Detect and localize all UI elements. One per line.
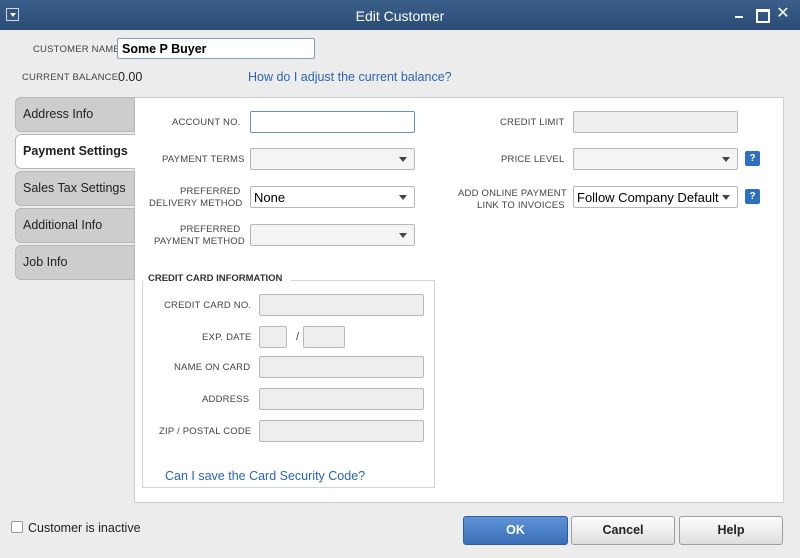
delivery-method-label-1: PREFERRED	[180, 186, 241, 197]
exp-month-input[interactable]	[259, 326, 287, 348]
chevron-down-icon	[399, 195, 407, 200]
credit-card-no-label: CREDIT CARD NO.	[164, 300, 252, 311]
customer-inactive-checkbox[interactable]	[11, 521, 23, 533]
customer-inactive-label: Customer is inactive	[28, 521, 141, 535]
current-balance-label: CURRENT BALANCE	[22, 72, 119, 83]
credit-limit-input[interactable]	[573, 111, 738, 133]
card-address-label: ADDRESS	[202, 394, 250, 405]
online-payment-help-icon[interactable]: ?	[745, 189, 760, 204]
payment-method-select[interactable]	[250, 224, 415, 246]
chevron-down-icon	[722, 195, 730, 200]
tab-sales-tax-settings[interactable]: Sales Tax Settings	[15, 171, 135, 206]
tab-label: Payment Settings	[23, 144, 128, 158]
delivery-method-select[interactable]: None	[250, 186, 415, 208]
exp-date-separator: /	[296, 331, 300, 343]
minimize-button[interactable]	[731, 6, 747, 22]
credit-limit-label: CREDIT LIMIT	[500, 117, 565, 128]
tab-label: Sales Tax Settings	[23, 181, 126, 195]
exp-date-label: EXP. DATE	[202, 332, 252, 343]
maximize-button[interactable]	[753, 6, 770, 23]
card-address-input[interactable]	[259, 388, 424, 410]
customer-name-label: CUSTOMER NAME	[33, 44, 120, 55]
online-payment-select[interactable]: Follow Company Default	[573, 186, 738, 208]
title-bar: Edit Customer ✕	[0, 0, 800, 30]
account-no-label: ACCOUNT NO.	[172, 117, 241, 128]
credit-card-section-title: CREDIT CARD INFORMATION	[148, 273, 287, 284]
customer-name-input[interactable]: Some P Buyer	[117, 38, 315, 59]
online-payment-label-1: ADD ONLINE PAYMENT	[458, 188, 567, 199]
tab-label: Address Info	[23, 107, 94, 121]
tab-label: Additional Info	[23, 218, 103, 232]
current-balance-value: 0.00	[118, 70, 143, 84]
name-on-card-label: NAME ON CARD	[174, 362, 251, 373]
adjust-balance-link[interactable]: How do I adjust the current balance?	[248, 70, 452, 84]
chevron-down-icon	[399, 233, 407, 238]
window-title: Edit Customer	[355, 8, 445, 24]
price-level-help-icon[interactable]: ?	[745, 151, 760, 166]
chevron-down-icon	[722, 157, 730, 162]
online-payment-label-2: LINK TO INVOICES	[477, 200, 565, 211]
price-level-select[interactable]	[573, 148, 738, 170]
zip-code-input[interactable]	[259, 420, 424, 442]
payment-method-label-2: PAYMENT METHOD	[154, 236, 245, 247]
customer-name-value: Some P Buyer	[122, 42, 207, 56]
close-button[interactable]: ✕	[775, 6, 791, 22]
name-on-card-input[interactable]	[259, 356, 424, 378]
cancel-button[interactable]: Cancel	[571, 516, 675, 545]
payment-terms-label: PAYMENT TERMS	[162, 154, 245, 165]
tab-label: Job Info	[23, 255, 68, 269]
price-level-label: PRICE LEVEL	[501, 154, 565, 165]
exp-year-input[interactable]	[303, 326, 345, 348]
chevron-down-icon	[399, 157, 407, 162]
card-security-code-link[interactable]: Can I save the Card Security Code?	[165, 469, 365, 483]
tab-job-info[interactable]: Job Info	[15, 245, 135, 280]
delivery-method-label-2: DELIVERY METHOD	[149, 198, 243, 209]
help-button[interactable]: Help	[679, 516, 783, 545]
payment-terms-select[interactable]	[250, 148, 415, 170]
credit-card-no-input[interactable]	[259, 294, 424, 316]
ok-button[interactable]: OK	[463, 516, 568, 545]
section-divider	[291, 280, 435, 281]
tab-payment-settings[interactable]: Payment Settings	[15, 134, 135, 169]
tab-additional-info[interactable]: Additional Info	[15, 208, 135, 243]
payment-method-label-1: PREFERRED	[180, 224, 241, 235]
account-no-input[interactable]	[250, 111, 415, 133]
tab-address-info[interactable]: Address Info	[15, 97, 135, 132]
zip-code-label: ZIP / POSTAL CODE	[159, 426, 252, 437]
